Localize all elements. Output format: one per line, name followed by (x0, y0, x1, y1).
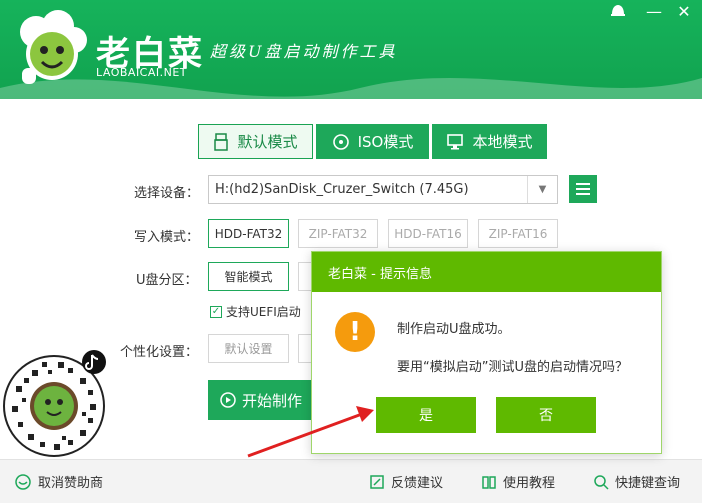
device-label: 选择设备： (134, 186, 200, 201)
tab-iso-mode[interactable]: ISO模式 (316, 124, 429, 159)
monitor-icon (447, 133, 464, 149)
device-value: H:(hd2)SanDisk_Cruzer_Switch (7.45G) (215, 182, 469, 197)
play-icon (220, 392, 236, 408)
shortcut-label: 快捷键查询 (615, 476, 681, 491)
tutorial-label: 使用教程 (503, 476, 556, 491)
brand-domain: LAOBAICAI.NET (96, 66, 188, 79)
write-option-hdd-fat32[interactable]: HDD-FAT32 (208, 219, 289, 248)
device-select[interactable]: H:(hd2)SanDisk_Cruzer_Switch (7.45G) ▼ (208, 175, 558, 204)
partition-label: U盘分区： (136, 273, 198, 288)
write-option-hdd-fat16[interactable]: HDD-FAT16 (388, 219, 468, 248)
feedback-label: 反馈建议 (391, 476, 444, 491)
logo-mascot-icon (20, 10, 87, 84)
app-header: 老白菜 LAOBAICAI.NET 超级U盘启动制作工具 — ✕ (0, 0, 702, 99)
write-option-zip-fat16[interactable]: ZIP-FAT16 (478, 219, 558, 248)
minimize-button[interactable]: — (644, 2, 664, 22)
tab-label: 默认模式 (237, 133, 298, 151)
book-icon (482, 475, 496, 489)
dialog-title: 老白菜 - 提示信息 (312, 252, 661, 292)
no-button[interactable]: 否 (496, 397, 596, 433)
usb-icon (214, 132, 229, 151)
search-icon (594, 474, 609, 490)
tab-label: 本地模式 (472, 133, 533, 151)
skin-icon[interactable] (608, 2, 628, 22)
start-label: 开始制作 (241, 391, 302, 410)
yes-button[interactable]: 是 (376, 397, 476, 433)
tutorial-link[interactable]: 使用教程 (481, 472, 555, 491)
dialog-message-question: 要用“模拟启动”测试U盘的启动情况吗？ (397, 360, 628, 375)
close-button[interactable]: ✕ (674, 2, 694, 22)
uefi-checkbox[interactable]: ✓ 支持UEFI启动 (210, 303, 301, 320)
dialog-message-success: 制作启动U盘成功。 (397, 322, 511, 337)
sponsor-icon (15, 473, 31, 490)
tab-default-mode[interactable]: 默认模式 (198, 124, 313, 159)
warning-icon: ! (335, 312, 375, 352)
menu-button[interactable] (569, 175, 597, 203)
cancel-sponsor-label: 取消赞助商 (38, 476, 104, 491)
write-option-zip-fat32[interactable]: ZIP-FAT32 (298, 219, 378, 248)
feedback-icon (370, 474, 384, 489)
checkbox-checked-icon: ✓ (210, 305, 222, 318)
info-dialog: 老白菜 - 提示信息 ! 制作启动U盘成功。 要用“模拟启动”测试U盘的启动情况… (311, 251, 662, 454)
cancel-sponsor-link[interactable]: 取消赞助商 (14, 472, 103, 491)
chevron-down-icon[interactable]: ▼ (527, 176, 557, 203)
write-mode-label: 写入模式： (134, 230, 200, 245)
feedback-link[interactable]: 反馈建议 (369, 472, 443, 491)
footer-bar: 取消赞助商 反馈建议 使用教程 快捷键查询 (0, 459, 702, 503)
default-settings-button[interactable]: 默认设置 (208, 334, 289, 363)
disc-icon (332, 133, 349, 150)
start-make-button[interactable]: 开始制作 (208, 380, 314, 420)
partition-smart-mode[interactable]: 智能模式 (208, 262, 289, 291)
tab-local-mode[interactable]: 本地模式 (432, 124, 547, 159)
personal-label: 个性化设置： (120, 345, 199, 360)
tab-label: ISO模式 (357, 133, 414, 151)
brand-slogan: 超级U盘启动制作工具 (210, 42, 398, 61)
qr-code-icon (3, 350, 106, 457)
uefi-label: 支持UEFI启动 (226, 305, 301, 319)
shortcut-link[interactable]: 快捷键查询 (593, 472, 680, 491)
